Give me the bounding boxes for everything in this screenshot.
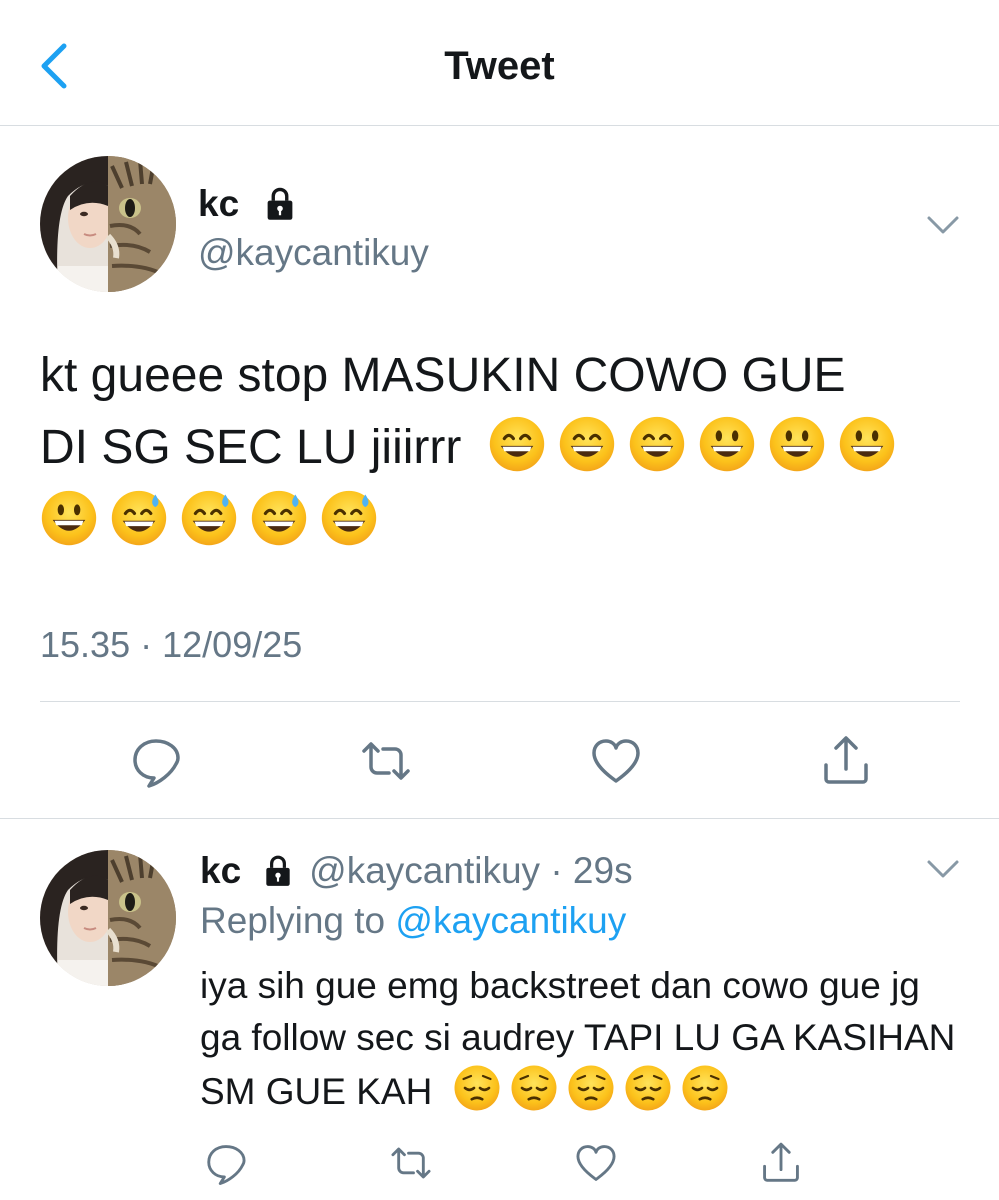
tweet-text-line: DI SG SEC LU jiiirrr	[40, 412, 960, 484]
handle[interactable]: @kaycantikuy	[309, 850, 540, 891]
retweet-button[interactable]	[358, 733, 414, 789]
tweet-text-segment: DI SG SEC LU jiiirrr	[40, 421, 462, 474]
replying-to-handle-link[interactable]: @kaycantikuy	[395, 900, 626, 941]
share-button[interactable]	[818, 733, 874, 789]
grinning-smiling-eyes-emoji	[558, 415, 616, 473]
display-name[interactable]: kc	[198, 183, 239, 225]
grinning-sweat-emoji	[110, 489, 168, 547]
reply-icon	[207, 1145, 246, 1185]
reply-text: iya sih gue emg backstreet dan cowo gue …	[200, 960, 970, 1118]
grinning-big-eyes-emoji	[698, 415, 756, 473]
chevron-down-icon[interactable]	[926, 214, 960, 236]
lock-icon	[261, 854, 295, 888]
grinning-sweat-emoji	[180, 489, 238, 547]
tweet-text: kt gueee stop MASUKIN COWO GUE DI SG SEC…	[40, 340, 960, 558]
like-button[interactable]	[573, 1140, 619, 1186]
pensive-emoji	[567, 1064, 615, 1112]
replying-to-label: Replying to	[200, 900, 386, 941]
reply-button[interactable]	[203, 1140, 249, 1186]
grinning-sweat-emoji	[320, 489, 378, 547]
avatar[interactable]	[40, 156, 176, 292]
lock-icon	[262, 186, 298, 222]
retweet-icon	[391, 1147, 431, 1179]
divider	[40, 701, 960, 702]
top-nav-bar: Tweet	[0, 0, 999, 126]
share-icon	[763, 1142, 799, 1182]
tweet-date: 12/09/25	[162, 624, 303, 665]
tweet-emoji-line	[40, 486, 960, 558]
separator: ·	[550, 850, 563, 891]
pensive-emoji	[453, 1064, 501, 1112]
share-icon	[824, 736, 868, 784]
reply-header: kc @kaycantikuy · 29s	[200, 850, 633, 892]
grinning-big-eyes-emoji	[838, 415, 896, 473]
grinning-smiling-eyes-emoji	[488, 415, 546, 473]
pensive-emoji	[624, 1064, 672, 1112]
reply-age: 29s	[572, 850, 633, 891]
grinning-sweat-emoji	[250, 489, 308, 547]
tweet-timestamp: 15.35 · 12/09/25	[40, 624, 302, 666]
reply-button[interactable]	[128, 733, 184, 789]
chevron-down-icon[interactable]	[926, 858, 960, 880]
handle[interactable]: @kaycantikuy	[198, 232, 429, 274]
retweet-icon	[362, 742, 410, 780]
display-name[interactable]: kc	[200, 850, 241, 891]
pensive-emoji	[681, 1064, 729, 1112]
divider	[0, 818, 999, 819]
tweet-text-line: kt gueee stop MASUKIN COWO GUE	[40, 349, 846, 402]
grinning-smiling-eyes-emoji	[628, 415, 686, 473]
separator: ·	[140, 624, 153, 665]
retweet-button[interactable]	[388, 1140, 434, 1186]
grinning-big-eyes-emoji	[768, 415, 826, 473]
avatar[interactable]	[40, 850, 176, 986]
like-icon	[592, 739, 640, 783]
tweet-time: 15.35	[40, 624, 131, 665]
share-button[interactable]	[758, 1140, 804, 1186]
pensive-emoji	[510, 1064, 558, 1112]
like-icon	[576, 1145, 616, 1181]
like-button[interactable]	[588, 733, 644, 789]
grinning-big-eyes-emoji	[40, 489, 98, 547]
replying-to: Replying to @kaycantikuy	[200, 900, 626, 942]
reply-icon	[133, 739, 180, 788]
page-title: Tweet	[444, 44, 555, 88]
